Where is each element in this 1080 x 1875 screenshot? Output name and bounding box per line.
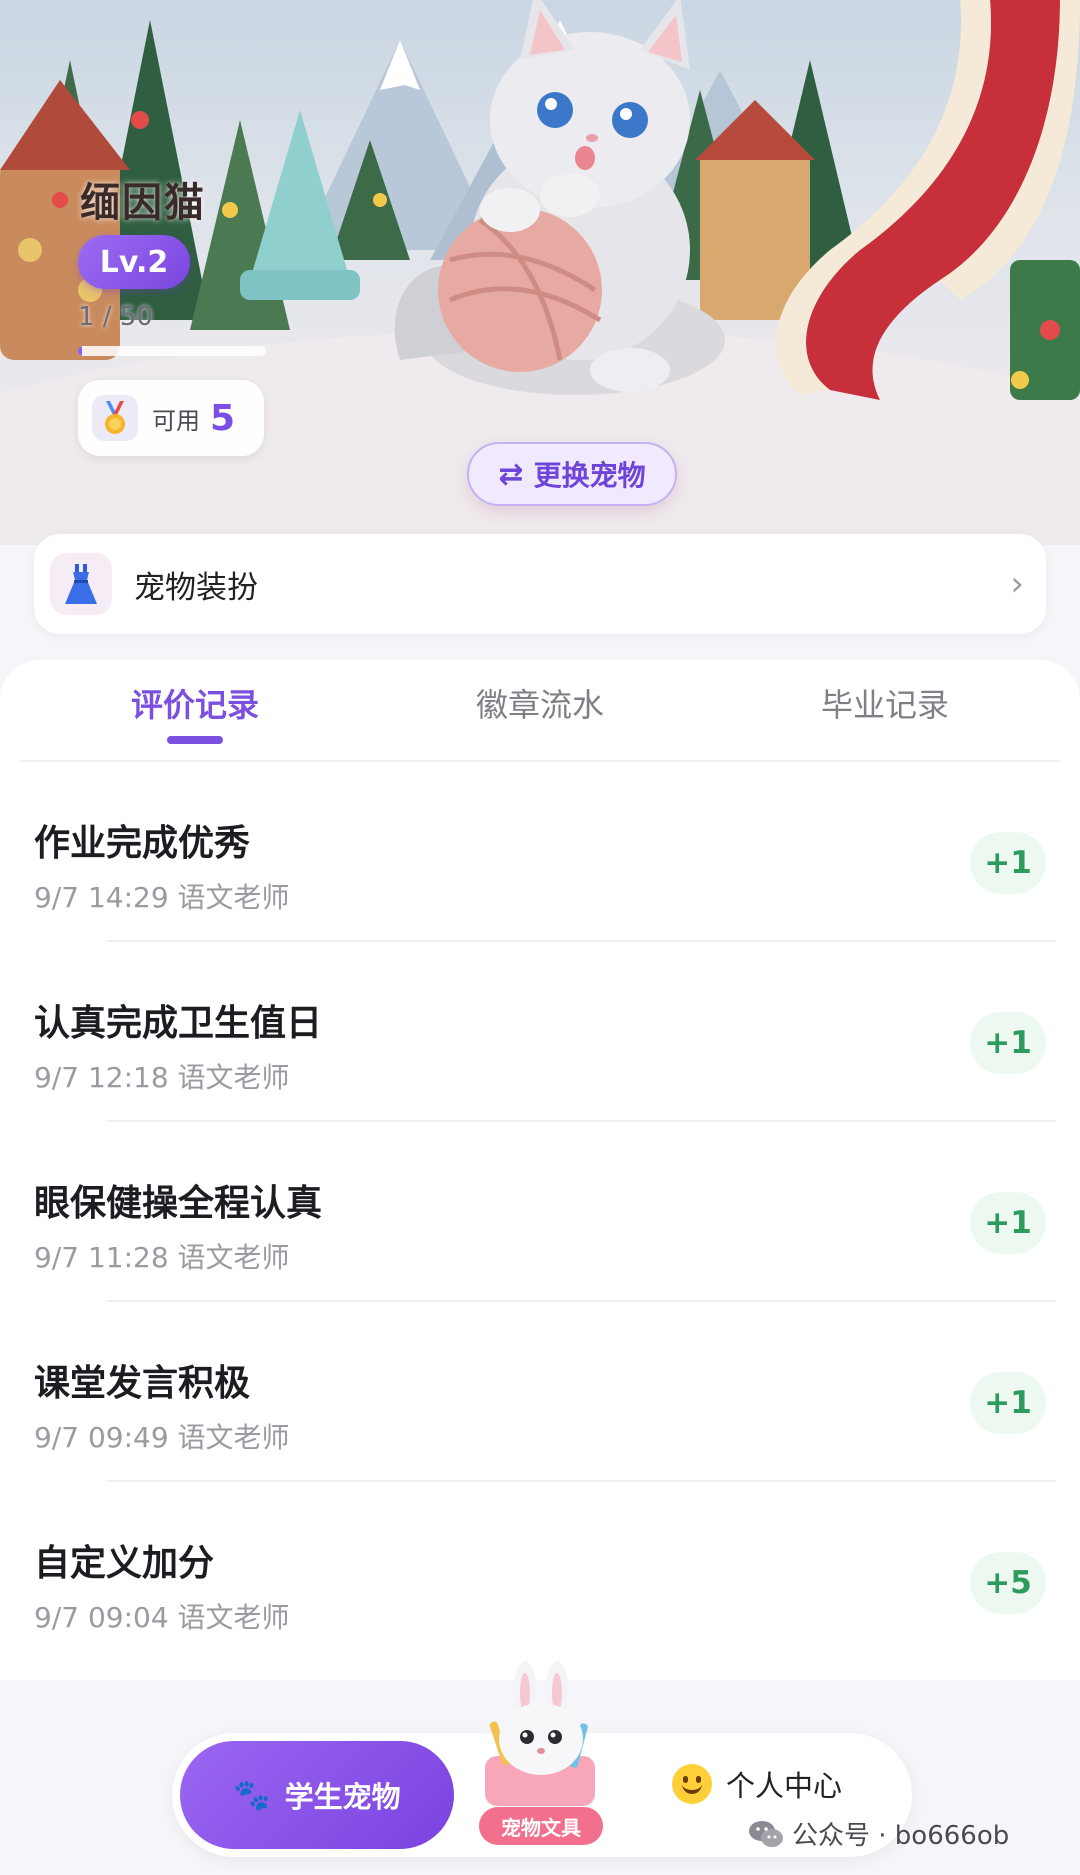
nav-personal-center-label: 个人中心 (726, 1769, 843, 1803)
tab-graduation-records[interactable]: 毕业记录 (735, 680, 1035, 726)
wechat-watermark: 公众号 · bo666ob (748, 1815, 1009, 1852)
records-panel: 评价记录 徽章流水 毕业记录 作业完成优秀 9/7 14:29 语文老师 +1 … (0, 660, 1080, 1680)
record-meta: 9/7 14:29 语文老师 (34, 881, 290, 914)
record-points-badge: +1 (970, 1192, 1046, 1254)
list-item[interactable]: 眼保健操全程认真 9/7 11:28 语文老师 +1 (0, 1122, 1080, 1302)
medal-icon (92, 395, 138, 441)
smile-icon (672, 1764, 712, 1804)
exp-progress-fill (78, 346, 82, 356)
record-title: 眼保健操全程认真 (34, 1183, 323, 1224)
dress-up-label: 宠物装扮 (134, 569, 258, 606)
tab-evaluation-records[interactable]: 评价记录 (45, 680, 345, 726)
tab-badge-flow[interactable]: 徽章流水 (390, 680, 690, 726)
exp-progress-text: 1 / 50 (78, 302, 153, 332)
list-item[interactable]: 课堂发言积极 9/7 09:49 语文老师 +1 (0, 1302, 1080, 1482)
chevron-right-icon: › (1010, 564, 1024, 604)
dress-icon (50, 553, 112, 615)
record-title: 自定义加分 (34, 1543, 215, 1584)
record-meta: 9/7 12:18 语文老师 (34, 1061, 290, 1094)
evaluation-record-list: 作业完成优秀 9/7 14:29 语文老师 +1 认真完成卫生值日 9/7 12… (0, 762, 1080, 1662)
record-meta: 9/7 11:28 语文老师 (34, 1241, 290, 1274)
record-title: 作业完成优秀 (34, 823, 251, 864)
record-points-badge: +1 (970, 1012, 1046, 1074)
bunny-stationery-icon (485, 1661, 595, 1806)
record-points-badge: +1 (970, 1372, 1046, 1434)
record-meta: 9/7 09:49 语文老师 (34, 1421, 290, 1454)
switch-pet-label: 更换宠物 (533, 459, 646, 492)
swap-icon: ⇄ (498, 456, 524, 492)
nav-pet-stationery[interactable]: 宠物文具 (455, 1661, 625, 1857)
paw-icon: 🐾 (233, 1777, 271, 1813)
exp-progress-bar (78, 346, 266, 356)
pet-dress-up-row[interactable]: 宠物装扮 › (34, 534, 1046, 634)
available-count: 5 (210, 397, 236, 439)
nav-student-pet-label: 学生宠物 (284, 1780, 401, 1814)
records-tabs: 评价记录 徽章流水 毕业记录 (0, 660, 1080, 762)
nav-pet-stationery-label: 宠物文具 (479, 1807, 603, 1845)
record-title: 课堂发言积极 (34, 1363, 251, 1404)
watermark-text: 公众号 · bo666ob (792, 1821, 1010, 1851)
nav-student-pet[interactable]: 🐾 学生宠物 (180, 1741, 454, 1849)
record-meta: 9/7 09:04 语文老师 (34, 1601, 290, 1634)
wechat-icon (749, 1820, 783, 1847)
record-points-badge: +5 (970, 1552, 1046, 1614)
pet-hero-scene: 缅因猫 Lv.2 1 / 50 可用 5 ⇄ 更换宠物 (0, 0, 1080, 545)
list-item[interactable]: 自定义加分 9/7 09:04 语文老师 +5 (0, 1482, 1080, 1662)
available-label: 可用 (152, 406, 200, 435)
nav-personal-center[interactable]: 个人中心 (672, 1763, 842, 1805)
switch-pet-button[interactable]: ⇄ 更换宠物 (467, 442, 677, 506)
active-tab-indicator (167, 736, 223, 744)
level-badge: Lv.2 (78, 235, 190, 289)
list-item[interactable]: 作业完成优秀 9/7 14:29 语文老师 +1 (0, 762, 1080, 942)
list-item[interactable]: 认真完成卫生值日 9/7 12:18 语文老师 +1 (0, 942, 1080, 1122)
available-badges-card: 可用 5 (78, 380, 264, 456)
pet-name: 缅因猫 (80, 180, 206, 226)
record-points-badge: +1 (970, 832, 1046, 894)
record-title: 认真完成卫生值日 (34, 1003, 323, 1044)
